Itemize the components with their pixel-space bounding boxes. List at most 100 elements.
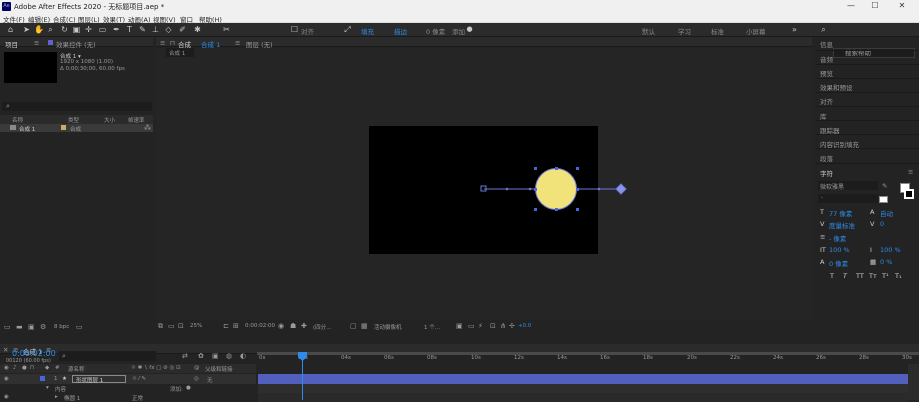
label-color-icon[interactable] — [40, 376, 45, 381]
layer-duration-bar[interactable] — [258, 374, 908, 384]
shy-icon[interactable]: ▣ — [212, 352, 219, 360]
lock-icon[interactable]: ⊓ — [30, 365, 34, 371]
timeline-scrollbar[interactable] — [908, 364, 919, 400]
pick-whip-icon: @ — [194, 365, 200, 371]
superscript-button[interactable]: T¹ — [882, 272, 889, 280]
channel-icon[interactable]: ✚ — [301, 322, 307, 330]
vertical-scale-value[interactable]: 100 % — [829, 246, 850, 254]
transparency-grid-icon[interactable]: ▦ — [361, 322, 368, 330]
bbox-handle[interactable] — [576, 208, 579, 211]
exposure-icon[interactable]: ✢ — [509, 322, 515, 330]
layer-name-field[interactable]: 形状图层 1 — [72, 375, 126, 384]
ruler-tick: 0s — [259, 355, 266, 361]
panel-paragraph[interactable]: 段落 — [820, 153, 833, 163]
views-dropdown[interactable]: 1 个... — [424, 323, 440, 331]
ellipse-shape[interactable] — [535, 168, 577, 210]
parent-dropdown[interactable]: 无 — [207, 376, 213, 384]
path-end-keyframe[interactable] — [615, 183, 627, 195]
region-icon[interactable]: ⊡ — [178, 322, 184, 330]
fill-color-swatch[interactable] — [879, 196, 888, 203]
audio-icon[interactable]: ♪ — [13, 365, 17, 371]
exposure-value[interactable]: +0.0 — [518, 323, 531, 329]
time-ruler[interactable]: 0s 02s 04s 06s 08s 10s 12s 14s 16s 18s 2… — [257, 352, 919, 364]
timeline-search-input[interactable]: ⌕ — [59, 351, 156, 361]
kerning-icon: V — [820, 220, 825, 228]
tsume-value[interactable]: 0 % — [880, 258, 892, 266]
shape-layer-overlay — [480, 167, 627, 211]
switch-icons: ☼ ✱ ∖ fx ▢ ⊘ ◎ ⊡ — [131, 365, 181, 371]
panel-audio[interactable]: 音频 — [820, 54, 833, 64]
timeline-columns: ◉ ♪ ● ⊓ ◆ # 源名称 ☼ ✱ ∖ fx ▢ ⊘ ◎ ⊡ @ 父级和链接 — [0, 364, 256, 373]
fit-icon[interactable]: ⊏ — [223, 322, 229, 330]
small-caps-button[interactable]: Tт — [869, 272, 877, 280]
blend-mode-dropdown[interactable]: 正常 — [132, 394, 143, 402]
eye-icon[interactable]: ◉ — [4, 394, 9, 400]
all-caps-button[interactable]: TT — [856, 272, 864, 280]
eye-icon[interactable]: ◉ — [4, 376, 9, 382]
column-source-name[interactable]: 源名称 — [68, 365, 85, 373]
zoom-dropdown[interactable]: 25% — [190, 323, 202, 329]
fast-preview-icon[interactable]: ⚡ — [478, 322, 483, 330]
stroke-width-value[interactable]: - 像素 — [829, 233, 846, 243]
bbox-handle[interactable] — [576, 167, 579, 170]
snapshot-icon[interactable]: ◉ — [278, 322, 284, 330]
add-shape-icon[interactable]: ● — [186, 385, 191, 391]
bbox-handle[interactable] — [534, 188, 537, 191]
graph-editor-icon[interactable]: ◐ — [240, 352, 246, 360]
comp-flow-icon[interactable]: ⇄ — [182, 352, 188, 360]
bbox-handle[interactable] — [576, 188, 579, 191]
ellipse-row[interactable]: ◉ ▸ 椭圆 1 正常 — [0, 393, 256, 402]
text-stroke-swatch[interactable] — [904, 189, 914, 199]
horizontal-scale-value[interactable]: 100 % — [880, 246, 901, 254]
font-size-value[interactable]: 77 像素 — [829, 208, 852, 218]
flowchart-icon[interactable]: ⋔ — [500, 322, 506, 330]
region-of-interest-icon[interactable]: ▢ — [350, 322, 357, 330]
show-snapshot-icon[interactable]: ☗ — [290, 322, 296, 330]
leading-value[interactable]: 自动 — [880, 208, 893, 218]
grid-icon[interactable]: ⊞ — [233, 322, 239, 330]
ellipse-track — [258, 393, 908, 402]
eye-icon[interactable]: ◉ — [4, 365, 9, 371]
eyedropper-icon[interactable]: ✎ — [882, 182, 887, 190]
pixel-aspect-icon[interactable]: ▭ — [468, 322, 475, 330]
bbox-handle[interactable] — [555, 167, 558, 170]
column-parent[interactable]: 父级和链接 — [205, 365, 233, 373]
layer-contents-row[interactable]: ▾ 内容 添加: ● — [0, 384, 256, 393]
layer-switches[interactable]: ☼ ⁄ ✎ — [132, 376, 146, 382]
bbox-handle[interactable] — [534, 208, 537, 211]
bbox-handle[interactable] — [534, 167, 537, 170]
monitor-icon[interactable]: ▭ — [168, 322, 175, 330]
baseline-shift-value[interactable]: 0 像素 — [829, 258, 848, 268]
kerning-value[interactable]: 度量标准 — [829, 220, 855, 230]
playhead-icon[interactable] — [298, 352, 307, 362]
timeline-icon[interactable]: ⊡ — [490, 322, 496, 330]
add-label[interactable]: 添加: — [170, 385, 183, 393]
current-time[interactable]: 0:00:02:00 — [245, 323, 275, 329]
solo-icon[interactable]: ● — [22, 365, 27, 371]
panel-menu-icon[interactable]: ≡ — [908, 168, 913, 176]
tracking-value[interactable]: 0 — [880, 220, 884, 228]
panel-preview[interactable]: 预览 — [820, 68, 833, 78]
timeline-timecode[interactable]: 0:00:02:00 — [12, 349, 56, 358]
pick-whip-icon[interactable]: ◎ — [194, 376, 199, 382]
frame-blend-icon[interactable]: ◍ — [226, 352, 232, 360]
faux-bold-button[interactable]: T — [830, 272, 834, 280]
panel-info[interactable]: 信息 — [820, 39, 833, 49]
faux-italic-button[interactable]: T — [843, 272, 847, 280]
font-style-dropdown[interactable]: - — [818, 194, 878, 203]
font-family-dropdown[interactable]: 微软雅黑 — [818, 181, 878, 191]
panel-effects-presets[interactable]: 效果和预设 — [820, 82, 853, 92]
subscript-button[interactable]: T₁ — [895, 272, 902, 280]
close-tab-icon[interactable]: ✕ — [3, 346, 8, 354]
resolution-dropdown[interactable]: (四分... — [313, 323, 331, 331]
draft-3d-icon[interactable]: ✿ — [198, 352, 204, 360]
panel-character[interactable]: 字符 — [820, 168, 833, 178]
table-row[interactable]: ◉ 1 ★ 形状图层 1 ☼ ⁄ ✎ ◎ 无 — [0, 374, 256, 384]
bbox-handle[interactable] — [555, 208, 558, 211]
panel-align[interactable]: 对齐 — [820, 96, 833, 106]
expand-arrow-icon[interactable]: ▾ — [46, 385, 49, 391]
expand-arrow-icon[interactable]: ▸ — [55, 394, 58, 400]
always-preview-icon[interactable]: ⧉ — [158, 322, 163, 331]
toggle-view-icon[interactable]: ▣ — [456, 322, 463, 330]
camera-dropdown[interactable]: 活动摄像机 — [374, 323, 402, 331]
